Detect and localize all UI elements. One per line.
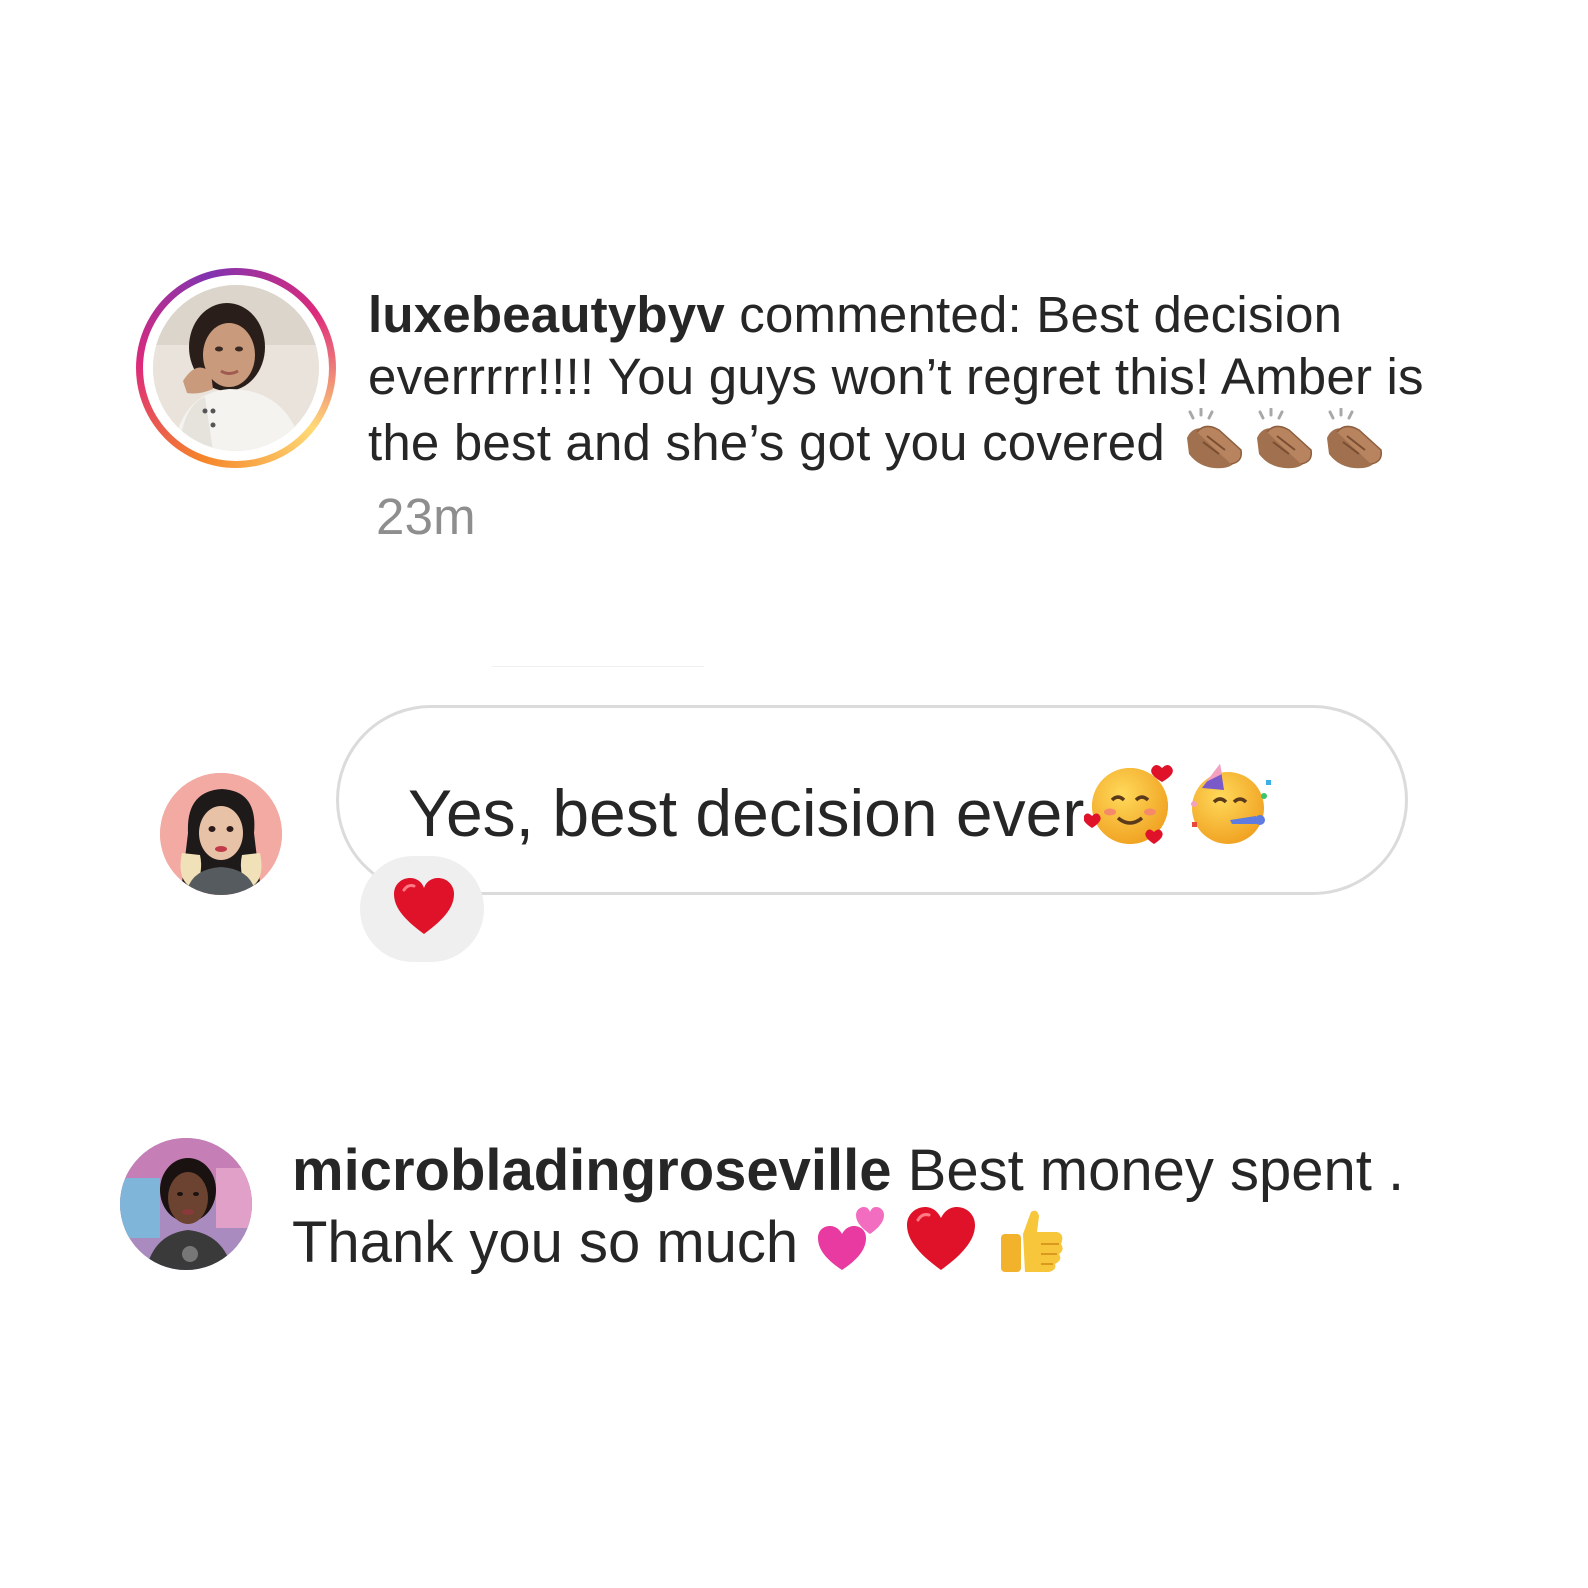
timestamp: 23m [376, 488, 476, 545]
profile-photo [153, 285, 319, 451]
avatar-luxebeautybyv[interactable] [153, 285, 319, 451]
comment: microbladingroseville Best money spent .… [292, 1138, 1492, 1288]
clapping-hands-icon [1319, 407, 1389, 486]
avatar-reply-sender[interactable] [160, 773, 282, 895]
username-link[interactable]: luxebeautybyv [368, 286, 725, 343]
comment-notification: luxebeautybyv commented: Best decision e… [368, 284, 1438, 548]
partying-face-icon [1180, 760, 1276, 865]
red-heart-icon [392, 876, 456, 943]
comment-text-line2: Thank you so much [292, 1210, 799, 1275]
profile-photo [120, 1138, 252, 1270]
reply-text: Yes, best decision ever [408, 776, 1085, 850]
comment-action: commented: [739, 286, 1022, 343]
thumbs-up-icon [995, 1204, 1069, 1288]
cartoon-avatar [160, 773, 282, 895]
red-heart-icon [904, 1204, 978, 1288]
clapping-hands-icon [1179, 407, 1249, 486]
comment-text-line1: Best money spent . [891, 1138, 1405, 1203]
avatar-microbladingroseville[interactable] [120, 1138, 252, 1270]
divider [492, 666, 704, 667]
username-link[interactable]: microbladingroseville [292, 1138, 892, 1203]
two-hearts-icon [814, 1204, 888, 1288]
smiling-face-with-hearts-icon [1083, 760, 1180, 865]
reply-message: Yes, best decision ever [408, 760, 1276, 865]
clapping-hands-icon [1249, 407, 1319, 486]
